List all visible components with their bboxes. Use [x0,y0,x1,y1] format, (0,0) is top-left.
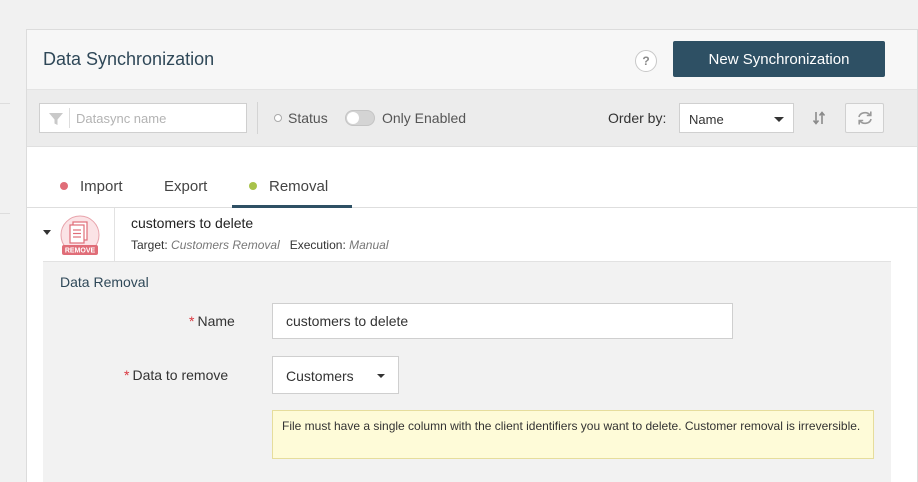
datasync-name-search-input[interactable] [76,109,241,127]
name-label-text: Name [197,313,235,329]
status-radio-icon [274,114,282,123]
help-icon[interactable]: ? [635,50,657,72]
toolbar-divider [257,102,258,134]
tab-export-label: Export [164,178,208,195]
required-marker: * [124,367,130,383]
chevron-down-icon [774,117,784,122]
remove-document-icon: REMOVE [60,215,100,255]
chevron-down-icon [377,374,385,378]
status-filter[interactable]: Status [274,110,328,126]
removal-notice: File must have a single column with the … [272,410,874,459]
new-synchronization-button[interactable]: New Synchronization [673,41,885,77]
sync-type-tabs: Import Export Removal [27,175,917,208]
required-marker: * [189,313,195,329]
left-divider [0,213,10,214]
sync-item-row[interactable]: REMOVE customers to delete Target: Custo… [43,208,891,262]
datasync-panel: Data Synchronization ? New Synchronizati… [26,29,918,482]
data-removal-form: Data Removal *Name *Data to remove Custo… [43,262,891,482]
tab-import-label: Import [80,178,123,195]
search-separator [69,108,70,128]
refresh-icon [858,111,872,125]
tab-export[interactable]: Export [164,175,207,208]
status-label: Status [288,110,328,126]
sort-direction-icon[interactable] [811,110,827,126]
order-by-label: Order by: [608,110,667,126]
item-icon-cell: REMOVE [57,208,115,262]
order-by-value: Name [689,112,724,127]
page-title: Data Synchronization [43,49,215,69]
filter-icon [49,113,63,125]
name-input[interactable] [272,303,733,339]
left-strip [0,0,26,482]
tab-removal-label: Removal [269,178,329,195]
panel-header: Data Synchronization ? New Synchronizati… [27,30,917,90]
left-divider [0,103,10,104]
form-section-title: Data Removal [60,274,149,290]
only-enabled-toggle[interactable] [345,110,375,126]
expand-caret-icon[interactable] [43,230,51,235]
data-to-remove-select[interactable]: Customers [272,356,399,394]
tab-import[interactable]: Import [60,175,123,208]
item-name: customers to delete [131,215,254,231]
target-label: Target: [131,238,168,252]
target-value: Customers Removal [171,238,280,252]
execution-value: Manual [349,238,389,252]
data-label-text: Data to remove [132,367,229,383]
only-enabled-label: Only Enabled [382,110,467,126]
filter-toolbar: Status Only Enabled Order by: Name [27,90,917,147]
import-dot-icon [60,182,68,190]
execution-label: Execution: [289,238,346,252]
toggle-knob [347,112,359,124]
removal-dot-icon [249,182,257,190]
tab-removal[interactable]: Removal [232,175,352,208]
order-by-select[interactable]: Name [679,103,794,133]
refresh-button[interactable] [845,103,884,133]
search-box [39,103,247,133]
item-meta: Target: Customers Removal Execution: Man… [131,238,389,252]
name-field-label: * Name [189,313,235,329]
data-to-remove-label: * Data to remove [124,367,228,383]
data-select-value: Customers [286,368,354,384]
remove-badge: REMOVE [65,248,96,255]
